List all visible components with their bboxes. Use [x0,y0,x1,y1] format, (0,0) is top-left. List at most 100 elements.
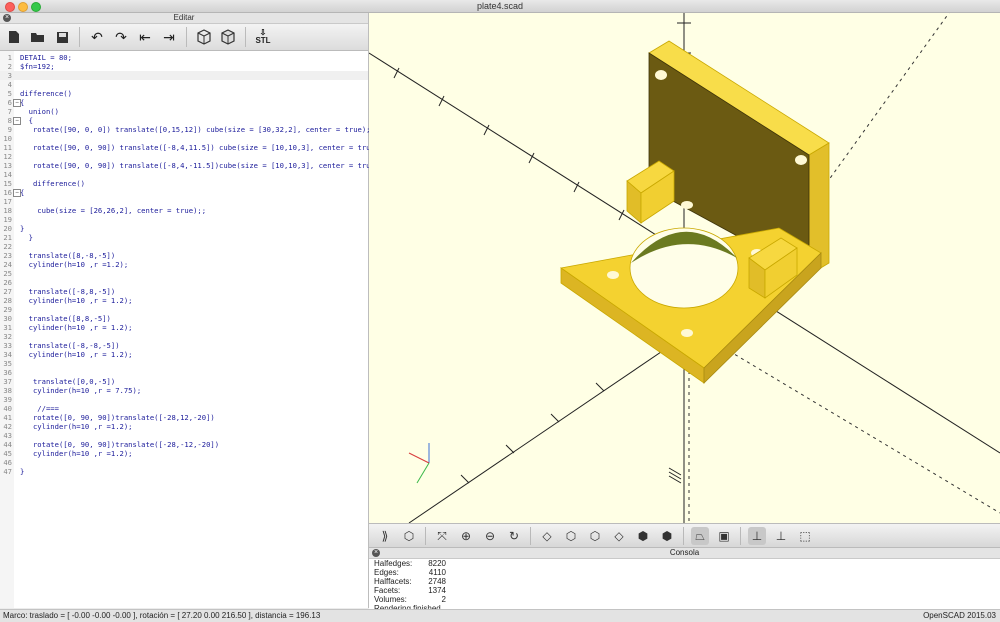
code-line[interactable]: 44 rotate([0, 90, 90])translate([-28,-12… [0,440,368,449]
code-line[interactable]: 19 [0,215,368,224]
show-axes-button[interactable]: ⊥ [748,527,766,545]
redo-icon: ↷ [115,28,127,45]
preview-view-button[interactable]: ⟫ [376,527,394,545]
code-line[interactable]: 38 cylinder(h=10 ,r = 7.75); [0,386,368,395]
save-file-button[interactable] [51,26,73,48]
view-right-button[interactable]: ◇ [538,527,556,545]
code-text: { [20,188,25,197]
render-view-button[interactable]: ⬡ [400,527,418,545]
close-console-icon[interactable]: × [372,549,380,557]
line-number: 6 [7,98,12,107]
zoom-in-button[interactable]: ⊕ [457,527,475,545]
view-right-icon: ◇ [542,529,552,543]
code-text: difference() [20,89,72,98]
export-stl-button[interactable]: ⇩ STL [252,26,274,48]
view-left-button[interactable]: ◇ [610,527,628,545]
view-toolbar: ⟫ ⬡ ⤧ ⊕ ⊖ ↻ ◇ ⬡ ⬡ ◇ ⬢ ⬢ ⏢ ▣ ⊥ ⊥ ⬚ [369,523,1000,548]
code-line[interactable]: 42 cylinder(h=10 ,r =1.2); [0,422,368,431]
code-line[interactable]: 4 [0,80,368,89]
code-line[interactable]: 41 rotate([0, 90, 90])translate([-28,12,… [0,413,368,422]
line-number: 18 [3,206,12,215]
code-line[interactable]: 17 [0,197,368,206]
preview-button[interactable] [193,26,215,48]
code-line[interactable]: 45 cylinder(h=10 ,r =1.2); [0,449,368,458]
code-line[interactable]: 25 [0,269,368,278]
code-line[interactable]: 37 translate([0,0,-5]) [0,377,368,386]
view-bottom-button[interactable]: ⬡ [586,527,604,545]
close-editor-icon[interactable]: × [3,14,11,22]
code-line[interactable]: 28 cylinder(h=10 ,r = 1.2); [0,296,368,305]
code-line[interactable]: 16−{ [0,188,368,197]
code-line[interactable]: 27 translate([-8,8,-5]) [0,287,368,296]
code-line[interactable]: 40 //=== [0,404,368,413]
code-line[interactable]: 26 [0,278,368,287]
view-top-button[interactable]: ⬡ [562,527,580,545]
unindent-button[interactable]: ⇤ [134,26,156,48]
view-all-button[interactable]: ⤧ [433,527,451,545]
code-line[interactable]: 12 [0,152,368,161]
axes-gizmo [408,443,430,484]
open-file-button[interactable] [27,26,49,48]
zoom-out-button[interactable]: ⊖ [481,527,499,545]
plate-hole [795,155,807,165]
render-button[interactable] [217,26,239,48]
orthogonal-button[interactable]: ▣ [715,527,733,545]
code-line[interactable]: 11 rotate([90, 0, 90]) translate([-8,4,1… [0,143,387,152]
code-line[interactable]: 18 cube(size = [26,26,2], center = true)… [0,206,368,215]
code-line[interactable]: 20} [0,224,368,233]
model-render [369,13,1000,523]
code-line[interactable]: 22 [0,242,368,251]
code-line[interactable]: 35 [0,359,368,368]
code-line[interactable]: 9 rotate([90, 0, 0]) translate([0,15,12]… [0,125,375,134]
line-number: 8 [7,116,12,125]
code-line[interactable]: 10 [0,134,368,143]
code-line[interactable]: 24 cylinder(h=10 ,r =1.2); [0,260,368,269]
code-line[interactable]: 8− { [0,116,368,125]
code-line[interactable]: 29 [0,305,368,314]
code-line[interactable]: 2 $fn=192; [0,62,368,71]
code-line[interactable]: 43 [0,431,368,440]
window-maximize-button[interactable] [31,2,41,12]
code-line[interactable]: 32 [0,332,368,341]
code-text: cylinder(h=10 ,r = 1.2); [20,350,133,359]
editor-header: × Editar [0,13,368,24]
code-editor[interactable]: 1 DETAIL = 80; 2 $fn=192; 3 4 5 difference() 6−{… [0,51,388,608]
code-line[interactable]: 46 [0,458,368,467]
code-line[interactable]: 47} [0,467,368,476]
code-line[interactable]: 6−{ [0,98,368,107]
editor-title: Editar [173,13,195,22]
code-line[interactable]: 21 } [0,233,368,242]
code-line[interactable]: 23 translate([8,-8,-5]) [0,251,368,260]
undo-button[interactable]: ↶ [86,26,108,48]
code-line[interactable]: 15 difference() [0,179,368,188]
show-edges-button[interactable]: ⬚ [796,527,814,545]
new-file-button[interactable] [3,26,25,48]
reset-view-button[interactable]: ↻ [505,527,523,545]
window-minimize-button[interactable] [18,2,28,12]
code-line[interactable]: 14 [0,170,368,179]
code-text: cylinder(h=10 ,r = 1.2); [20,296,133,305]
line-number: 40 [3,404,12,413]
code-line[interactable]: 5 difference() [0,89,368,98]
code-line[interactable]: 31 cylinder(h=10 ,r = 1.2); [0,323,368,332]
code-line[interactable]: 7 union() [0,107,368,116]
code-line[interactable]: 36 [0,368,368,377]
window-close-button[interactable] [5,2,15,12]
view-back-button[interactable]: ⬢ [658,527,676,545]
code-line[interactable]: 13 rotate([90, 0, 90]) translate([-8,4,-… [0,161,387,170]
console-row: Edges: 4110 [374,568,446,577]
line-number: 24 [3,260,12,269]
show-scale-button[interactable]: ⊥ [772,527,790,545]
view-front-button[interactable]: ⬢ [634,527,652,545]
3d-viewport[interactable] [369,13,1000,523]
perspective-button[interactable]: ⏢ [691,527,709,545]
code-line[interactable]: 1 DETAIL = 80; [0,53,368,62]
code-line[interactable]: 33 translate([-8,-8,-5]) [0,341,368,350]
code-line[interactable]: 39 [0,395,368,404]
scale-markers-icon: ⊥ [775,529,787,543]
indent-button[interactable]: ⇥ [158,26,180,48]
code-line[interactable]: 34 cylinder(h=10 ,r = 1.2); [0,350,368,359]
code-line[interactable]: 30 translate([8,8,-5]) [0,314,368,323]
redo-button[interactable]: ↷ [110,26,132,48]
code-line[interactable]: 3 [0,71,368,80]
